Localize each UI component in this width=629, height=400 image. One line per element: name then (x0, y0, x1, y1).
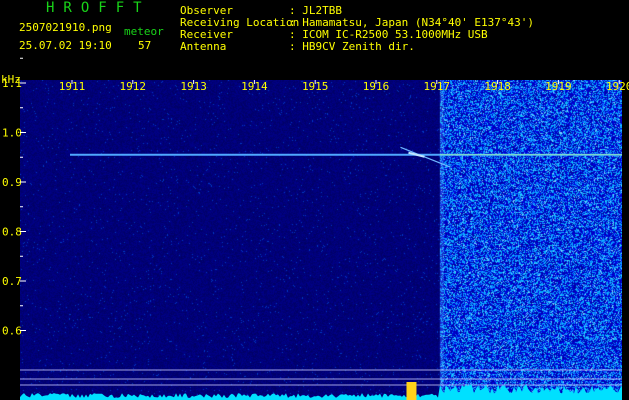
x-tick-label: 1920 (606, 80, 629, 93)
hrofft-window: HROFFT 2507021910.png 25.07.02 19:10 met… (0, 0, 629, 400)
meteor-burst-peak (406, 382, 417, 400)
y-tick-label: 1.0 (2, 127, 22, 140)
y-tick-label: 1.1 (2, 77, 22, 90)
spectrogram-overlay: 1911191219131914191519161917191819191920… (2, 57, 629, 400)
y-tick-label: 0.9 (2, 176, 22, 189)
meteor-echo-trace (400, 146, 451, 168)
y-tick-label: 0.7 (2, 275, 22, 288)
baseline-noise (20, 384, 622, 400)
y-tick-label: 0.8 (2, 226, 22, 239)
y-tick-label: 0.6 (2, 325, 22, 338)
